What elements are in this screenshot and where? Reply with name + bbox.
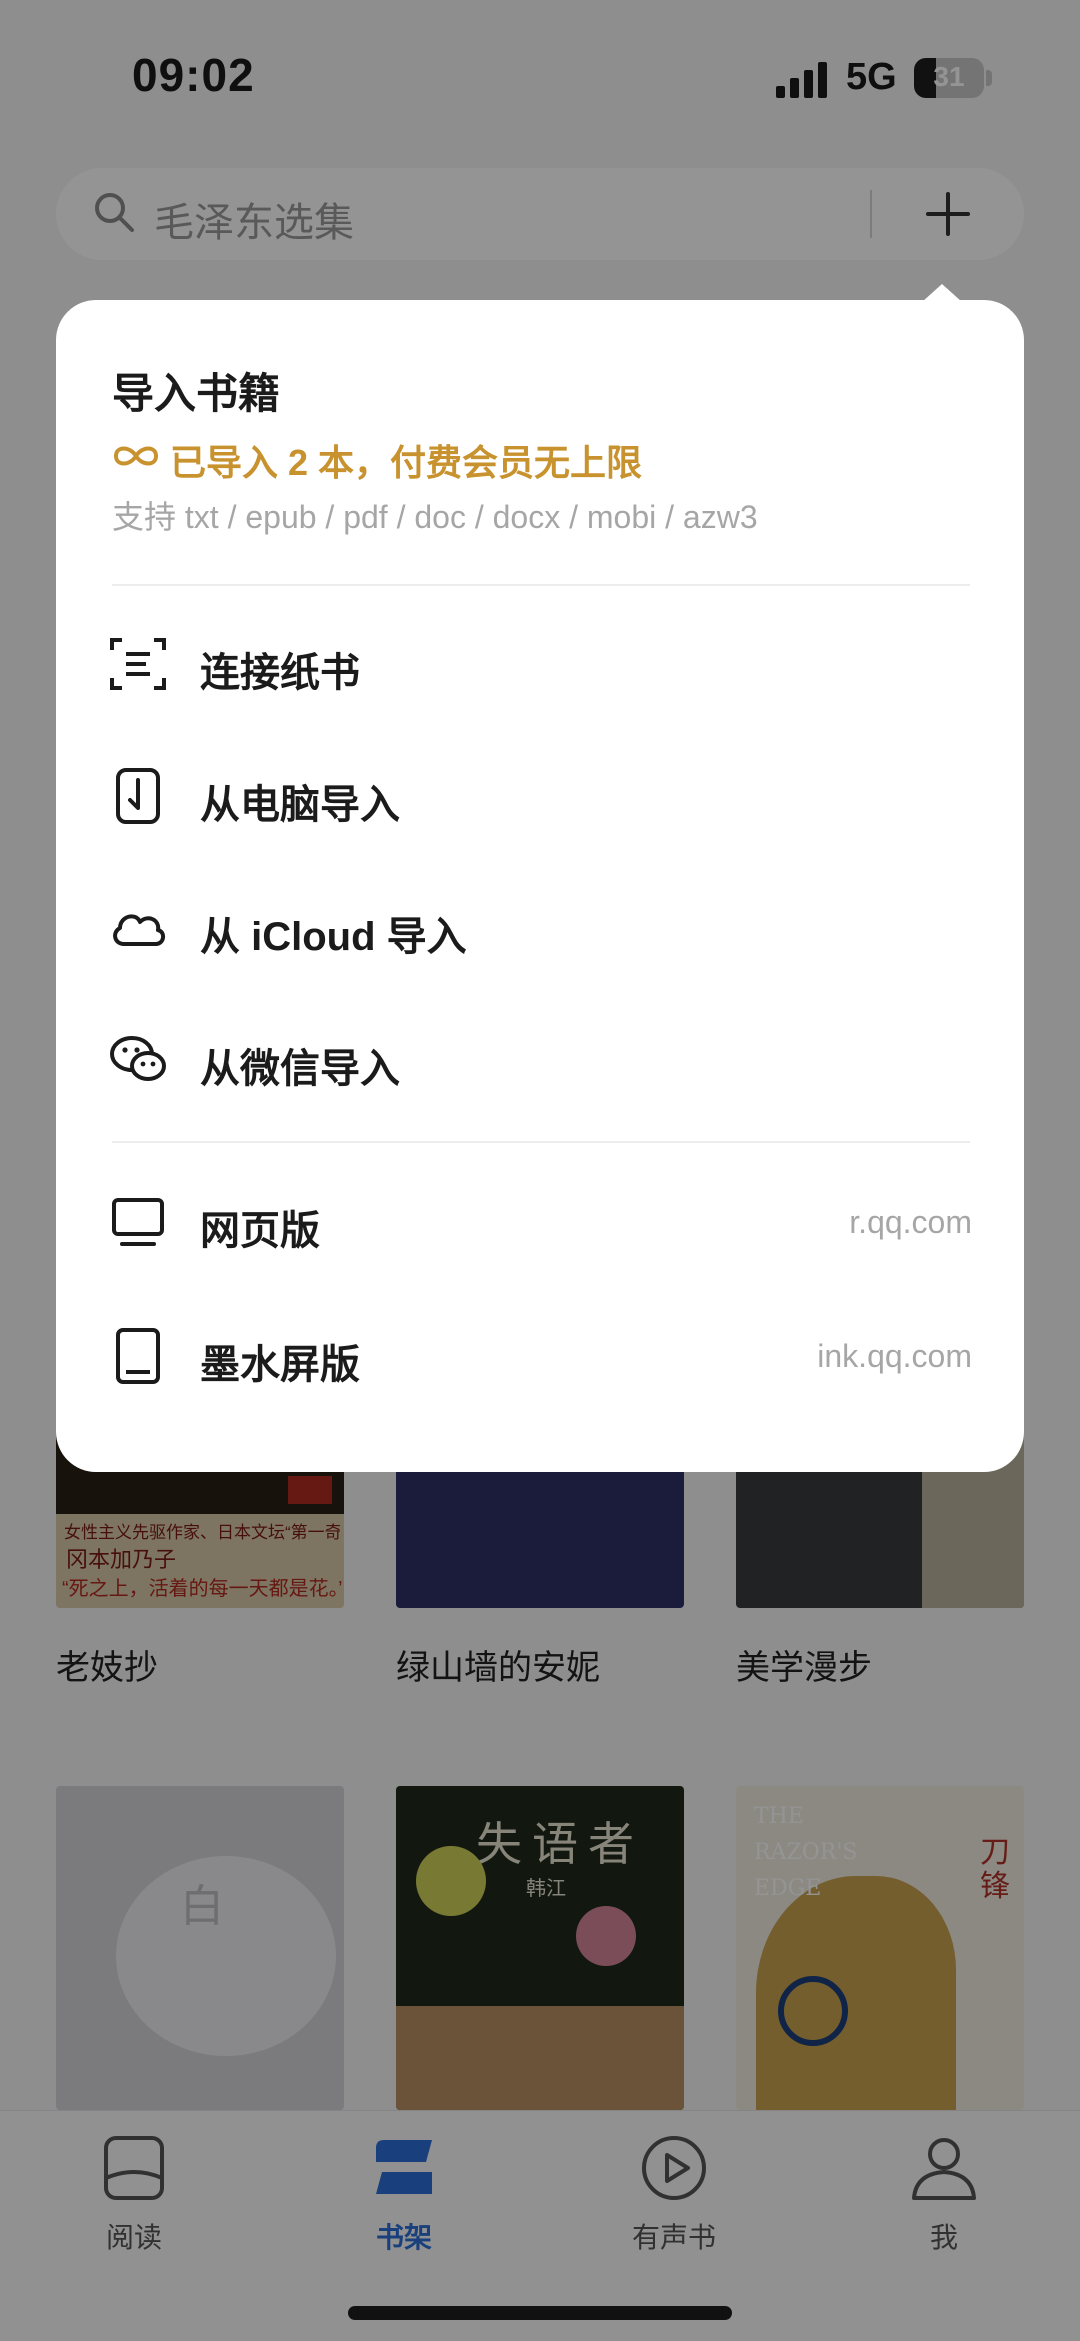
monitor-icon [112, 1198, 164, 1246]
import-from-wechat-item[interactable]: 从微信导入 [200, 1036, 400, 1094]
supported-formats: 支持 txt / epub / pdf / doc / docx / mobi … [112, 499, 758, 535]
infinity-icon [113, 446, 159, 466]
import-quota: 已导入 2 本，付费会员无上限 [170, 442, 643, 483]
scan-icon [110, 638, 166, 690]
divider [112, 584, 970, 586]
web-version-url[interactable]: r.qq.com [849, 1204, 972, 1241]
eink-version-item[interactable]: 墨水屏版 [200, 1332, 360, 1390]
home-indicator[interactable] [348, 2306, 732, 2320]
cloud-icon [113, 914, 165, 946]
wechat-icon [110, 1036, 166, 1081]
connect-paper-book-item[interactable]: 连接纸书 [200, 640, 360, 698]
import-from-computer-item[interactable]: 从电脑导入 [200, 772, 400, 830]
eink-version-url[interactable]: ink.qq.com [817, 1338, 972, 1375]
popup-title: 导入书籍 [112, 370, 281, 417]
web-version-item[interactable]: 网页版 [200, 1198, 320, 1256]
import-from-icloud-item[interactable]: 从 iCloud 导入 [200, 904, 467, 962]
tablet-icon [116, 1328, 160, 1384]
phone-import-icon [116, 768, 160, 824]
divider [112, 1141, 970, 1143]
